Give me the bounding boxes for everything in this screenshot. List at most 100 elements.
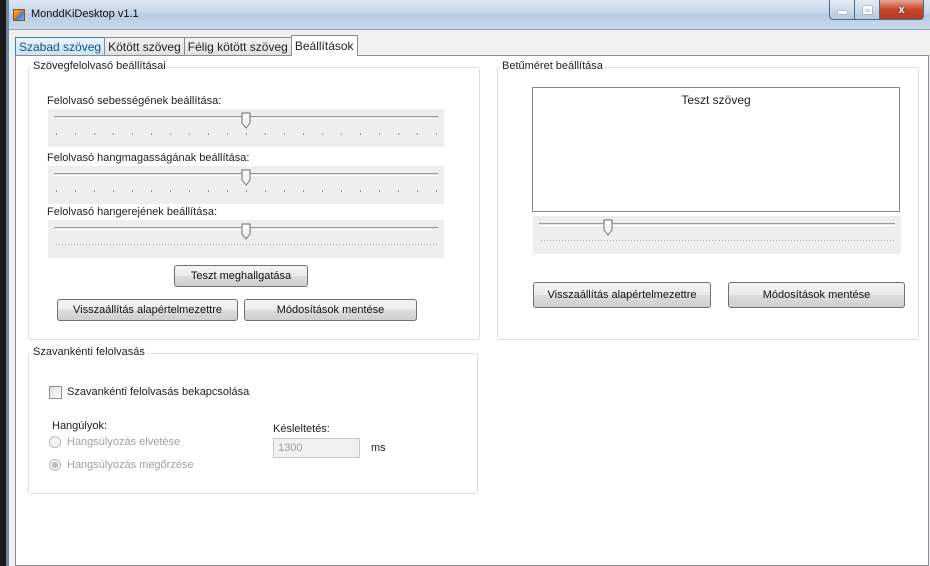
volume-slider[interactable] (48, 220, 444, 258)
close-button[interactable]: x (880, 0, 924, 20)
slider-tick (83, 244, 85, 245)
slider-thumb[interactable] (603, 219, 613, 236)
slider-tick (775, 240, 777, 241)
pitch-slider[interactable] (48, 166, 444, 204)
slider-tick (637, 240, 639, 241)
title-bar[interactable]: MonddKiDesktop v1.1 x (9, 0, 930, 30)
minimize-icon (837, 11, 847, 14)
font-save-button[interactable]: Módosítások mentése (728, 282, 905, 308)
slider-tick (158, 244, 160, 245)
accent-keep-label[interactable]: Hangsúlyozás megőrzése (67, 459, 194, 471)
slider-tick (134, 244, 136, 245)
slider-tick (143, 244, 145, 245)
slider-tick (137, 244, 139, 245)
slider-tick (327, 244, 329, 245)
tab-fixed-text[interactable]: Kötött szöveg (104, 37, 185, 55)
accent-discard-label[interactable]: Hangsúlyozás elvetése (67, 436, 180, 448)
slider-tick (649, 240, 651, 241)
slider-tick (182, 244, 184, 245)
slider-tick (206, 244, 208, 245)
slider-tick (354, 244, 356, 245)
slider-tick (185, 244, 187, 245)
slider-tick (871, 240, 873, 241)
slider-tick (378, 244, 380, 245)
slider-tick (101, 244, 103, 245)
slider-tick (351, 244, 353, 245)
slider-tick (736, 240, 738, 241)
slider-tick (883, 240, 885, 241)
slider-tick (306, 244, 308, 245)
slider-tick (853, 240, 855, 241)
slider-tick (303, 244, 305, 245)
maximize-button[interactable] (855, 0, 880, 20)
slider-tick (688, 240, 690, 241)
slider-tick (372, 244, 374, 245)
slider-tick (294, 244, 296, 245)
accent-keep-radio[interactable] (49, 459, 61, 471)
slider-tick (893, 240, 894, 241)
slider-tick (778, 240, 780, 241)
word-reading-checkbox[interactable] (49, 386, 62, 399)
slider-tick (613, 240, 615, 241)
slider-tick (607, 240, 609, 241)
slider-tick (396, 244, 398, 245)
slider-tick (574, 240, 576, 241)
test-listen-button[interactable]: Teszt meghallgatása (174, 265, 308, 287)
tab-settings[interactable]: Beállítások (290, 35, 358, 56)
reader-reset-button[interactable]: Visszaállítás alapértelmezettre (57, 299, 238, 321)
slider-tick (703, 240, 705, 241)
slider-tick (628, 240, 630, 241)
slider-tick (104, 244, 106, 245)
slider-tick (170, 190, 171, 192)
slider-tick (874, 240, 876, 241)
slider-tick (246, 133, 247, 135)
slider-tick (176, 244, 178, 245)
delay-input[interactable]: 1300 (273, 438, 360, 458)
slider-tick (547, 240, 549, 241)
tab-semi-fixed-text[interactable]: Félig kötött szöveg (183, 37, 292, 55)
slider-tick (610, 240, 612, 241)
slider-tick (398, 190, 399, 192)
font-settings-group: Betűméret beállítása Teszt szöveg Vissza… (497, 60, 919, 340)
slider-tick (595, 240, 597, 241)
slider-tick (89, 244, 91, 245)
slider-tick (258, 244, 260, 245)
slider-tick (318, 244, 320, 245)
word-reading-checkbox-label[interactable]: Szavankénti felolvasás bekapcsolása (67, 386, 249, 398)
slider-tick (94, 190, 95, 192)
close-icon: x (898, 3, 905, 16)
slider-tick (580, 240, 582, 241)
slider-tick (694, 240, 696, 241)
font-reset-button[interactable]: Visszaállítás alapértelmezettre (533, 282, 711, 308)
slider-tick (221, 244, 223, 245)
slider-tick (360, 244, 362, 245)
slider-tick (208, 190, 209, 192)
slider-tick (814, 240, 816, 241)
slider-tick (745, 240, 747, 241)
slider-thumb[interactable] (241, 112, 251, 129)
slider-tick (224, 244, 226, 245)
slider-tick (146, 244, 148, 245)
accent-discard-radio[interactable] (49, 436, 61, 448)
slider-tick (341, 133, 342, 135)
tab-free-text[interactable]: Szabad szöveg (15, 37, 106, 55)
slider-tick (712, 240, 714, 241)
slider-tick (75, 190, 76, 192)
slider-tick (300, 244, 302, 245)
slider-tick (436, 190, 437, 192)
slider-tick (75, 133, 76, 135)
slider-tick (321, 244, 323, 245)
reader-save-button[interactable]: Módosítások mentése (244, 299, 417, 321)
font-size-slider[interactable] (533, 216, 901, 254)
speed-slider[interactable] (48, 109, 444, 147)
slider-tick (766, 240, 768, 241)
slider-thumb[interactable] (241, 169, 251, 186)
slider-tick (417, 190, 418, 192)
slider-tick (838, 240, 840, 241)
slider-thumb[interactable] (241, 223, 251, 240)
slider-tick (149, 244, 151, 245)
slider-tick (823, 240, 825, 241)
slider-tick (284, 190, 285, 192)
window-title: MonddKiDesktop v1.1 (31, 8, 139, 20)
minimize-button[interactable] (829, 0, 855, 20)
